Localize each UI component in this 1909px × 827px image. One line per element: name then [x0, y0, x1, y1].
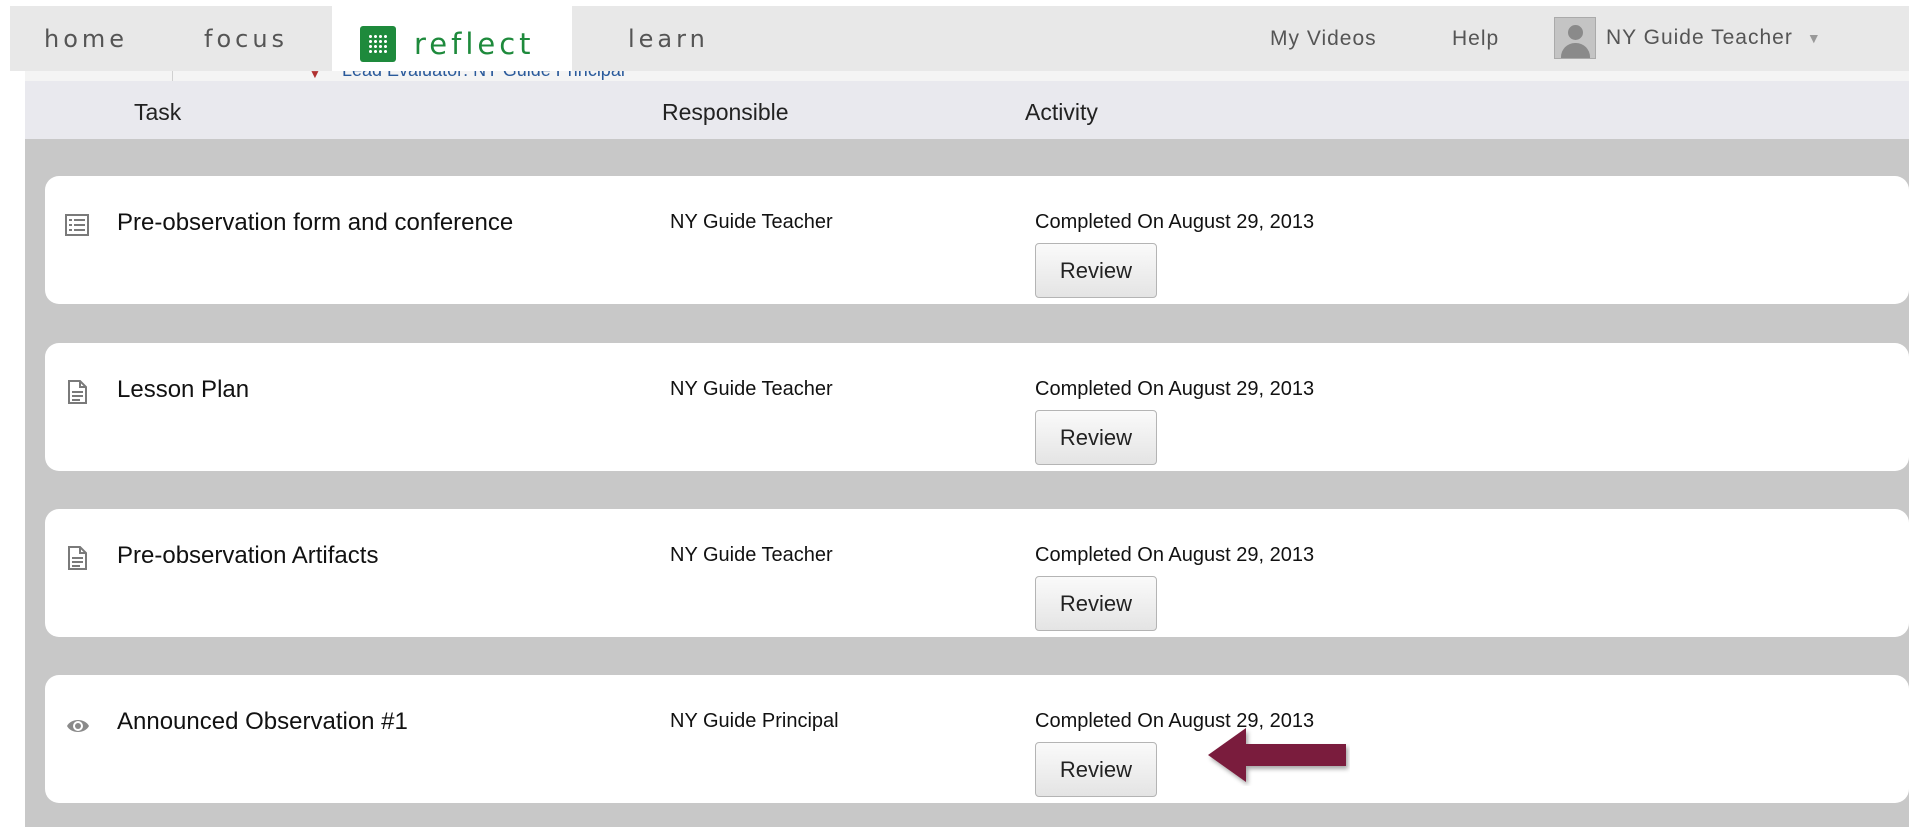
- header-activity: Activity: [1025, 99, 1098, 125]
- task-card-lesson-plan: Lesson Plan NY Guide Teacher Completed O…: [45, 343, 1909, 471]
- task-name: Pre-observation Artifacts: [117, 542, 379, 569]
- app-root: home focus reflect learn My Videos Help …: [0, 0, 1909, 827]
- nav-tab-learn[interactable]: learn: [628, 6, 709, 71]
- review-button[interactable]: Review: [1035, 243, 1157, 298]
- reflect-logo-icon: [360, 25, 396, 62]
- help-link[interactable]: Help: [1452, 6, 1499, 71]
- arrow-left-icon: [1208, 728, 1346, 782]
- avatar: [1554, 17, 1596, 59]
- eye-icon: [67, 720, 89, 732]
- my-videos-link[interactable]: My Videos: [1270, 6, 1377, 71]
- form-list-icon: [65, 214, 89, 236]
- task-status: Completed On August 29, 2013: [1035, 378, 1315, 400]
- task-card-announced-observation: Announced Observation #1 NY Guide Princi…: [45, 675, 1909, 803]
- task-responsible: NY Guide Teacher: [670, 378, 833, 400]
- task-card-pre-observation-artifacts: Pre-observation Artifacts NY Guide Teach…: [45, 509, 1909, 637]
- chevron-down-icon: ▼: [1806, 30, 1822, 46]
- nav-tab-home[interactable]: home: [44, 6, 128, 71]
- user-menu[interactable]: NY Guide Teacher ▼: [1554, 14, 1822, 62]
- task-responsible: NY Guide Principal: [670, 710, 839, 732]
- breadcrumb: ▼ Lead Evaluator: NY Guide Principal: [25, 71, 1909, 81]
- nav-tab-reflect-label: reflect: [414, 26, 535, 61]
- document-icon: [68, 546, 87, 570]
- review-button[interactable]: Review: [1035, 742, 1157, 797]
- task-status: Completed On August 29, 2013: [1035, 544, 1315, 566]
- nav-tab-reflect[interactable]: reflect: [332, 6, 572, 81]
- review-button[interactable]: Review: [1035, 576, 1157, 631]
- task-responsible: NY Guide Teacher: [670, 544, 833, 566]
- nav-tab-focus[interactable]: focus: [204, 6, 288, 71]
- breadcrumb-lead-evaluator-link[interactable]: Lead Evaluator: NY Guide Principal: [342, 71, 625, 80]
- top-nav-bar: home focus reflect learn My Videos Help …: [10, 6, 1909, 81]
- table-header: Task Responsible Activity: [25, 81, 1909, 139]
- review-button[interactable]: Review: [1035, 410, 1157, 465]
- task-card-pre-observation-form: Pre-observation form and conference NY G…: [45, 176, 1909, 304]
- user-name: NY Guide Teacher: [1606, 26, 1793, 49]
- document-icon: [68, 380, 87, 404]
- header-task: Task: [134, 99, 182, 125]
- breadcrumb-divider: [172, 71, 173, 81]
- task-name: Pre-observation form and conference: [117, 209, 514, 236]
- header-responsible: Responsible: [662, 99, 789, 125]
- task-status: Completed On August 29, 2013: [1035, 211, 1315, 233]
- task-responsible: NY Guide Teacher: [670, 211, 833, 233]
- caret-marker-icon: ▼: [309, 71, 321, 81]
- task-list: Pre-observation form and conference NY G…: [25, 139, 1909, 827]
- task-name: Lesson Plan: [117, 376, 250, 403]
- task-name: Announced Observation #1: [117, 708, 408, 735]
